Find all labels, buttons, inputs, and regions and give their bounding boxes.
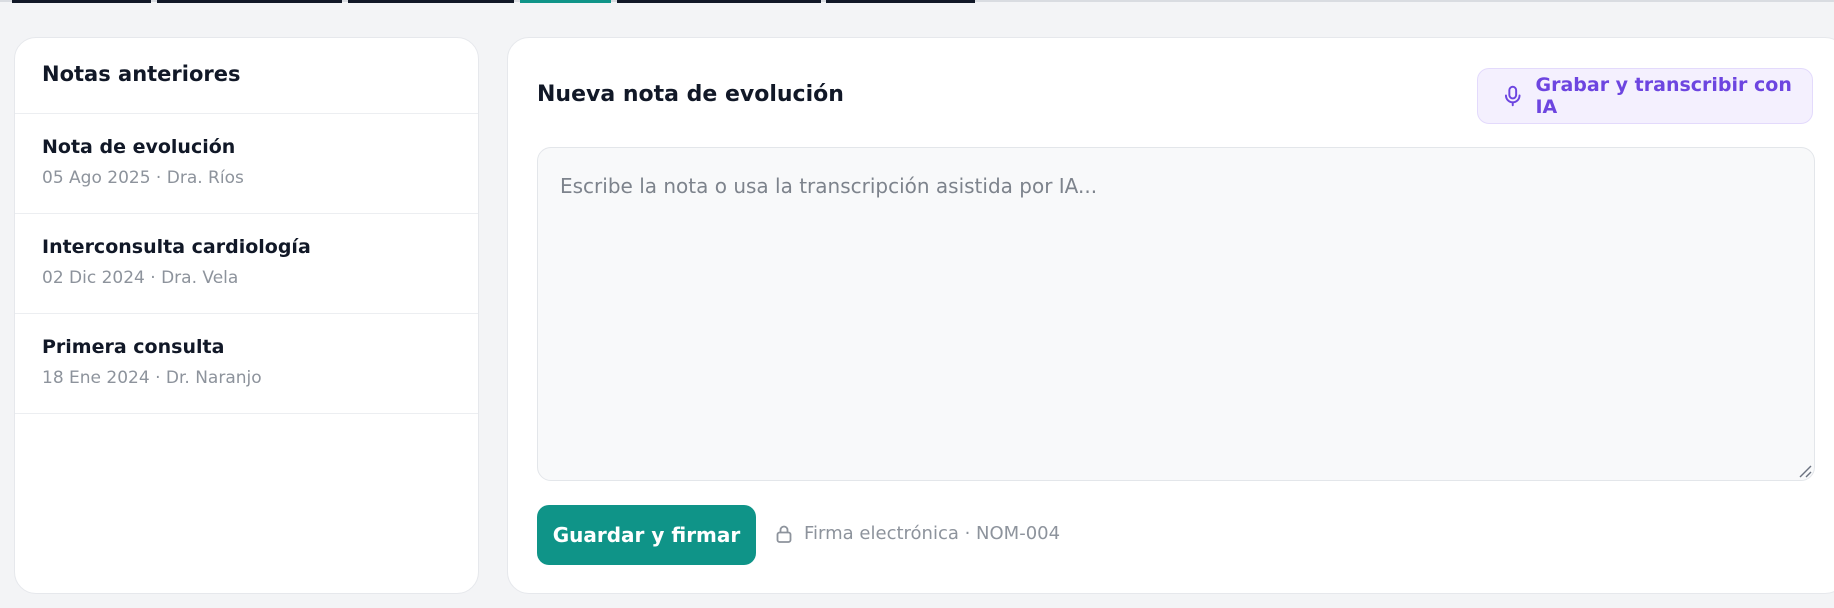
note-item-title: Primera consulta bbox=[42, 336, 225, 358]
new-note-card: Nueva nota de evolución Grabar y transcr… bbox=[507, 37, 1834, 594]
microphone-icon bbox=[1504, 85, 1521, 107]
save-sign-button[interactable]: Guardar y firmar bbox=[537, 505, 756, 565]
new-note-title: Nueva nota de evolución bbox=[537, 82, 844, 107]
previous-notes-card: Notas anteriores Nota de evolución 05 Ag… bbox=[14, 37, 479, 594]
tab-indicator-1[interactable] bbox=[12, 0, 151, 3]
note-item-title: Nota de evolución bbox=[42, 136, 236, 158]
note-list-item[interactable]: Primera consulta 18 Ene 2024 · Dr. Naran… bbox=[15, 314, 478, 414]
tab-indicator-3[interactable] bbox=[348, 0, 514, 3]
tab-indicator-2[interactable] bbox=[157, 0, 342, 3]
signature-info-text: Firma electrónica · NOM-004 bbox=[804, 523, 1061, 544]
note-item-meta: 02 Dic 2024 · Dra. Vela bbox=[42, 268, 239, 288]
note-item-meta: 18 Ene 2024 · Dr. Naranjo bbox=[42, 368, 262, 388]
record-transcribe-ai-button[interactable]: Grabar y transcribir con IA bbox=[1477, 68, 1813, 124]
note-item-title: Interconsulta cardiología bbox=[42, 236, 311, 258]
signature-info: Firma electrónica · NOM-004 bbox=[776, 523, 1060, 544]
note-item-meta: 05 Ago 2025 · Dra. Ríos bbox=[42, 168, 244, 188]
lock-icon bbox=[776, 525, 792, 543]
note-list-item[interactable]: Interconsulta cardiología 02 Dic 2024 · … bbox=[15, 214, 478, 314]
top-tab-strip bbox=[0, 0, 1834, 3]
previous-notes-title: Notas anteriores bbox=[15, 38, 478, 114]
note-list-item[interactable]: Nota de evolución 05 Ago 2025 · Dra. Río… bbox=[15, 114, 478, 214]
tab-indicator-6[interactable] bbox=[826, 0, 975, 3]
resize-handle-icon[interactable] bbox=[1798, 464, 1812, 478]
tab-indicator-active[interactable] bbox=[520, 0, 611, 3]
ai-button-label: Grabar y transcribir con IA bbox=[1535, 74, 1792, 118]
tab-indicator-5[interactable] bbox=[617, 0, 821, 3]
note-textarea[interactable] bbox=[537, 147, 1815, 481]
